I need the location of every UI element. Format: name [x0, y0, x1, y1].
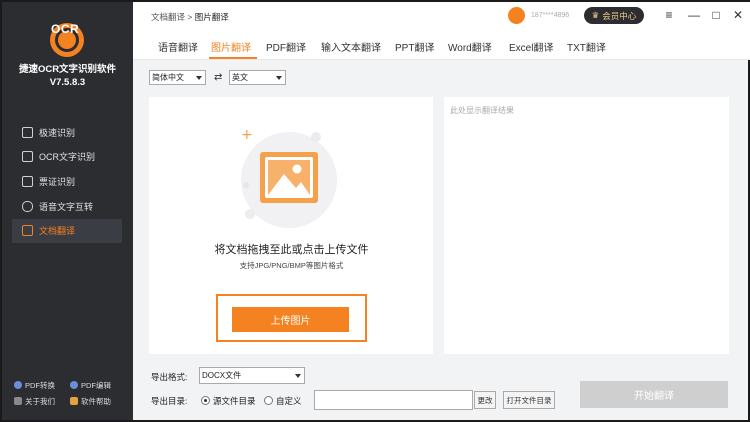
tab-pdf[interactable]: PDF翻译 [266, 39, 306, 54]
app-version: V7.5.8.3 [49, 77, 86, 88]
sidebar-item-speech[interactable]: 语音文字互转 [12, 194, 122, 218]
breadcrumb: 文档翻译 > 图片翻译 [151, 11, 229, 23]
radio-source-dir-label: 源文件目录 [213, 396, 256, 406]
source-language-value: 简体中文 [152, 73, 184, 82]
minimize-icon[interactable]: — [687, 8, 701, 22]
swap-language-icon[interactable]: ⇄ [214, 72, 222, 83]
start-translate-button[interactable]: 开始翻译 [580, 381, 728, 408]
info-icon [14, 397, 22, 405]
image-upload-illustration-icon: + [241, 127, 337, 228]
translate-icon [22, 225, 33, 237]
logo-text: OCR [51, 22, 80, 36]
tool-label: PDF转换 [25, 380, 55, 390]
pdf-convert-icon [14, 381, 22, 389]
scan-icon [22, 151, 33, 163]
sidebar-tools: PDF转换 PDF编辑 关于我们 软件帮助 [14, 377, 129, 409]
upload-image-button[interactable]: 上传图片 [232, 307, 349, 332]
source-language-select[interactable]: 简体中文 [149, 70, 206, 85]
translate-tabs: 语音翻译 图片翻译 PDF翻译 输入文本翻译 PPT翻译 Word翻译 Exce… [133, 30, 750, 60]
sidebar-item-doc-translate[interactable]: 文档翻译 [12, 218, 122, 243]
sidebar-item-fast-recognition[interactable]: 极速识别 [12, 120, 122, 144]
export-format-select[interactable]: DOCX文件 [199, 367, 305, 384]
sidebar-item-label: 语音文字互转 [39, 201, 94, 212]
export-dir-label: 导出目录: [151, 396, 188, 406]
sidebar-item-label: 极速识别 [39, 127, 76, 138]
top-bar: 文档翻译 > 图片翻译 187****4896 ♛ 会员中心 ≡ — □ ✕ [133, 2, 750, 30]
app-name-title: 捷速OCR文字识别软件 [18, 64, 117, 75]
help-link[interactable]: 软件帮助 [70, 393, 126, 409]
result-panel[interactable] [444, 97, 729, 354]
tab-text[interactable]: 输入文本翻译 [321, 39, 381, 54]
breadcrumb-separator: > [187, 12, 193, 22]
tab-word[interactable]: Word翻译 [448, 39, 492, 54]
help-icon [70, 397, 78, 405]
chevron-down-icon [295, 374, 301, 378]
maximize-icon[interactable]: □ [709, 8, 723, 22]
export-format-label: 导出格式: [151, 372, 188, 382]
breadcrumb-current: 图片翻译 [194, 12, 229, 22]
chevron-down-icon [196, 76, 202, 80]
breadcrumb-parent[interactable]: 文档翻译 [151, 12, 185, 22]
tab-txt[interactable]: TXT翻译 [567, 39, 606, 54]
drop-area-subtitle: 支持JPG/PNG/BMP等图片格式 [239, 261, 344, 270]
target-language-select[interactable]: 英文 [229, 70, 286, 85]
ticket-icon [22, 175, 33, 187]
close-icon[interactable]: ✕ [731, 8, 745, 22]
export-format-value: DOCX文件 [202, 371, 242, 380]
user-id: 187****4896 [531, 12, 570, 19]
radio-custom-dir-label: 自定义 [276, 396, 302, 406]
radio-source-dir[interactable] [201, 396, 210, 405]
microphone-icon [22, 200, 33, 212]
chevron-down-icon [276, 76, 282, 80]
about-link[interactable]: 关于我们 [14, 393, 70, 409]
tool-label: 软件帮助 [81, 396, 111, 406]
sidebar-item-label: 票证识别 [39, 176, 76, 187]
active-tab-indicator [209, 57, 257, 59]
open-folder-button[interactable]: 打开文件目录 [503, 391, 555, 409]
target-language-value: 英文 [232, 73, 248, 82]
tab-image[interactable]: 图片翻译 [211, 39, 251, 54]
vip-center-button[interactable]: ♛ 会员中心 [584, 7, 644, 24]
lightning-icon [22, 126, 33, 138]
tool-label: 关于我们 [25, 396, 55, 406]
pdf-edit-icon [70, 381, 78, 389]
drop-area-title: 将文档拖拽至此或点击上传文件 [214, 244, 369, 256]
tab-excel[interactable]: Excel翻译 [509, 39, 553, 54]
tab-speech[interactable]: 语音翻译 [158, 39, 198, 54]
svg-text:+: + [241, 127, 253, 143]
app-name: 捷速OCR文字识别软件 V7.5.8.3 [2, 63, 133, 89]
radio-custom-dir[interactable] [264, 396, 273, 405]
tab-ppt[interactable]: PPT翻译 [395, 39, 434, 54]
export-path-input[interactable] [314, 390, 473, 410]
sidebar: OCR 捷速OCR文字识别软件 V7.5.8.3 极速识别 OCR文字识别 票证… [2, 2, 133, 420]
sidebar-item-ticket[interactable]: 票证识别 [12, 169, 122, 193]
crown-icon: ♛ [591, 10, 600, 20]
avatar[interactable] [508, 7, 525, 24]
tool-label: PDF编辑 [81, 380, 111, 390]
pdf-edit-link[interactable]: PDF编辑 [70, 377, 126, 393]
menu-icon[interactable]: ≡ [662, 8, 676, 22]
sidebar-item-ocr[interactable]: OCR文字识别 [12, 145, 122, 169]
change-dir-button[interactable]: 更改 [474, 391, 496, 409]
vip-label: 会员中心 [602, 10, 637, 21]
sidebar-item-label: 文档翻译 [39, 226, 76, 237]
pdf-convert-link[interactable]: PDF转换 [14, 377, 70, 393]
sidebar-nav: 极速识别 OCR文字识别 票证识别 语音文字互转 文档翻译 [12, 120, 122, 243]
sidebar-item-label: OCR文字识别 [39, 152, 95, 163]
result-placeholder: 此处显示翻译结果 [450, 106, 514, 115]
app-window: OCR 捷速OCR文字识别软件 V7.5.8.3 极速识别 OCR文字识别 票证… [0, 0, 750, 422]
